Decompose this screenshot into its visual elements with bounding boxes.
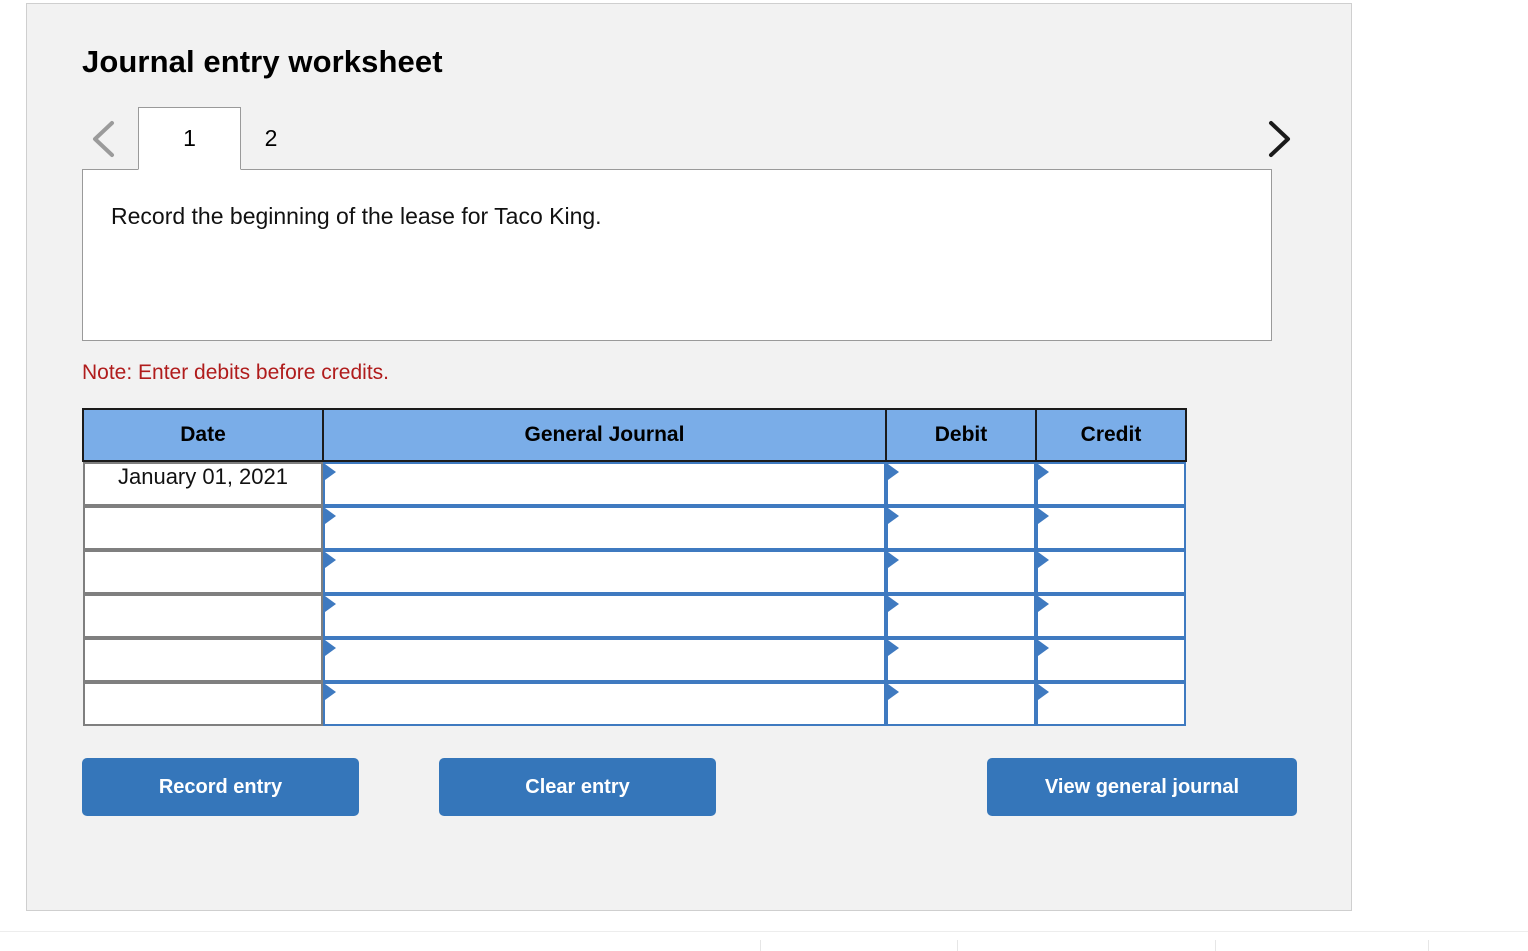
next-page-button[interactable] — [1256, 107, 1300, 170]
tab-2[interactable]: 2 — [241, 107, 301, 170]
table-row — [83, 682, 1186, 726]
debits-before-credits-note: Note: Enter debits before credits. — [82, 361, 389, 384]
table-row — [83, 638, 1186, 682]
debit-input[interactable] — [886, 506, 1036, 550]
credit-input[interactable] — [1036, 462, 1186, 506]
below-fold-divider — [760, 940, 761, 951]
table-row — [83, 594, 1186, 638]
tab-1[interactable]: 1 — [138, 107, 241, 170]
chevron-left-icon — [89, 118, 119, 160]
below-fold-divider — [1428, 940, 1429, 951]
column-header-debit: Debit — [885, 408, 1037, 462]
journal-entry-table: Date General Journal Debit Credit Januar… — [82, 408, 1187, 726]
journal-entry-worksheet-panel: Journal entry worksheet 1 2 Record the b… — [26, 3, 1352, 911]
below-fold-divider — [957, 940, 958, 951]
general-journal-input[interactable] — [323, 682, 886, 726]
entry-description-text: Record the beginning of the lease for Ta… — [111, 203, 602, 229]
prev-page-button[interactable] — [82, 107, 126, 170]
general-journal-input[interactable] — [323, 638, 886, 682]
date-cell[interactable] — [83, 594, 323, 638]
date-cell[interactable] — [83, 638, 323, 682]
credit-input[interactable] — [1036, 594, 1186, 638]
clear-entry-button[interactable]: Clear entry — [439, 758, 716, 816]
general-journal-input[interactable] — [323, 594, 886, 638]
debit-input[interactable] — [886, 594, 1036, 638]
credit-input[interactable] — [1036, 550, 1186, 594]
debit-input[interactable] — [886, 550, 1036, 594]
entry-description-panel: Record the beginning of the lease for Ta… — [82, 169, 1272, 341]
date-cell[interactable] — [83, 550, 323, 594]
column-header-date: Date — [82, 408, 324, 462]
record-entry-button[interactable]: Record entry — [82, 758, 359, 816]
page-title: Journal entry worksheet — [82, 44, 443, 79]
credit-input[interactable] — [1036, 506, 1186, 550]
tab-2-label: 2 — [264, 125, 278, 151]
column-header-general-journal: General Journal — [322, 408, 887, 462]
date-cell[interactable] — [83, 506, 323, 550]
debit-input[interactable] — [886, 462, 1036, 506]
below-fold-divider — [1215, 940, 1216, 951]
below-fold-table-fragment — [0, 931, 1528, 951]
date-cell[interactable]: January 01, 2021 — [83, 462, 323, 506]
tab-1-label: 1 — [183, 125, 196, 151]
table-header-row: Date General Journal Debit Credit — [82, 408, 1187, 462]
debit-input[interactable] — [886, 682, 1036, 726]
general-journal-input[interactable] — [323, 506, 886, 550]
table-row: January 01, 2021 — [83, 461, 1186, 506]
credit-input[interactable] — [1036, 682, 1186, 726]
column-header-credit: Credit — [1035, 408, 1187, 462]
general-journal-input[interactable] — [323, 462, 886, 506]
debit-input[interactable] — [886, 638, 1036, 682]
action-button-bar: Record entry Clear entry View general jo… — [82, 758, 1322, 816]
general-journal-input[interactable] — [323, 550, 886, 594]
tabs-row: 1 2 — [138, 107, 301, 170]
view-general-journal-button[interactable]: View general journal — [987, 758, 1297, 816]
chevron-right-icon — [1263, 118, 1293, 160]
table-row — [83, 506, 1186, 550]
credit-input[interactable] — [1036, 638, 1186, 682]
table-row — [83, 550, 1186, 594]
date-cell[interactable] — [83, 682, 323, 726]
tab-strip: 1 2 — [27, 107, 1351, 170]
